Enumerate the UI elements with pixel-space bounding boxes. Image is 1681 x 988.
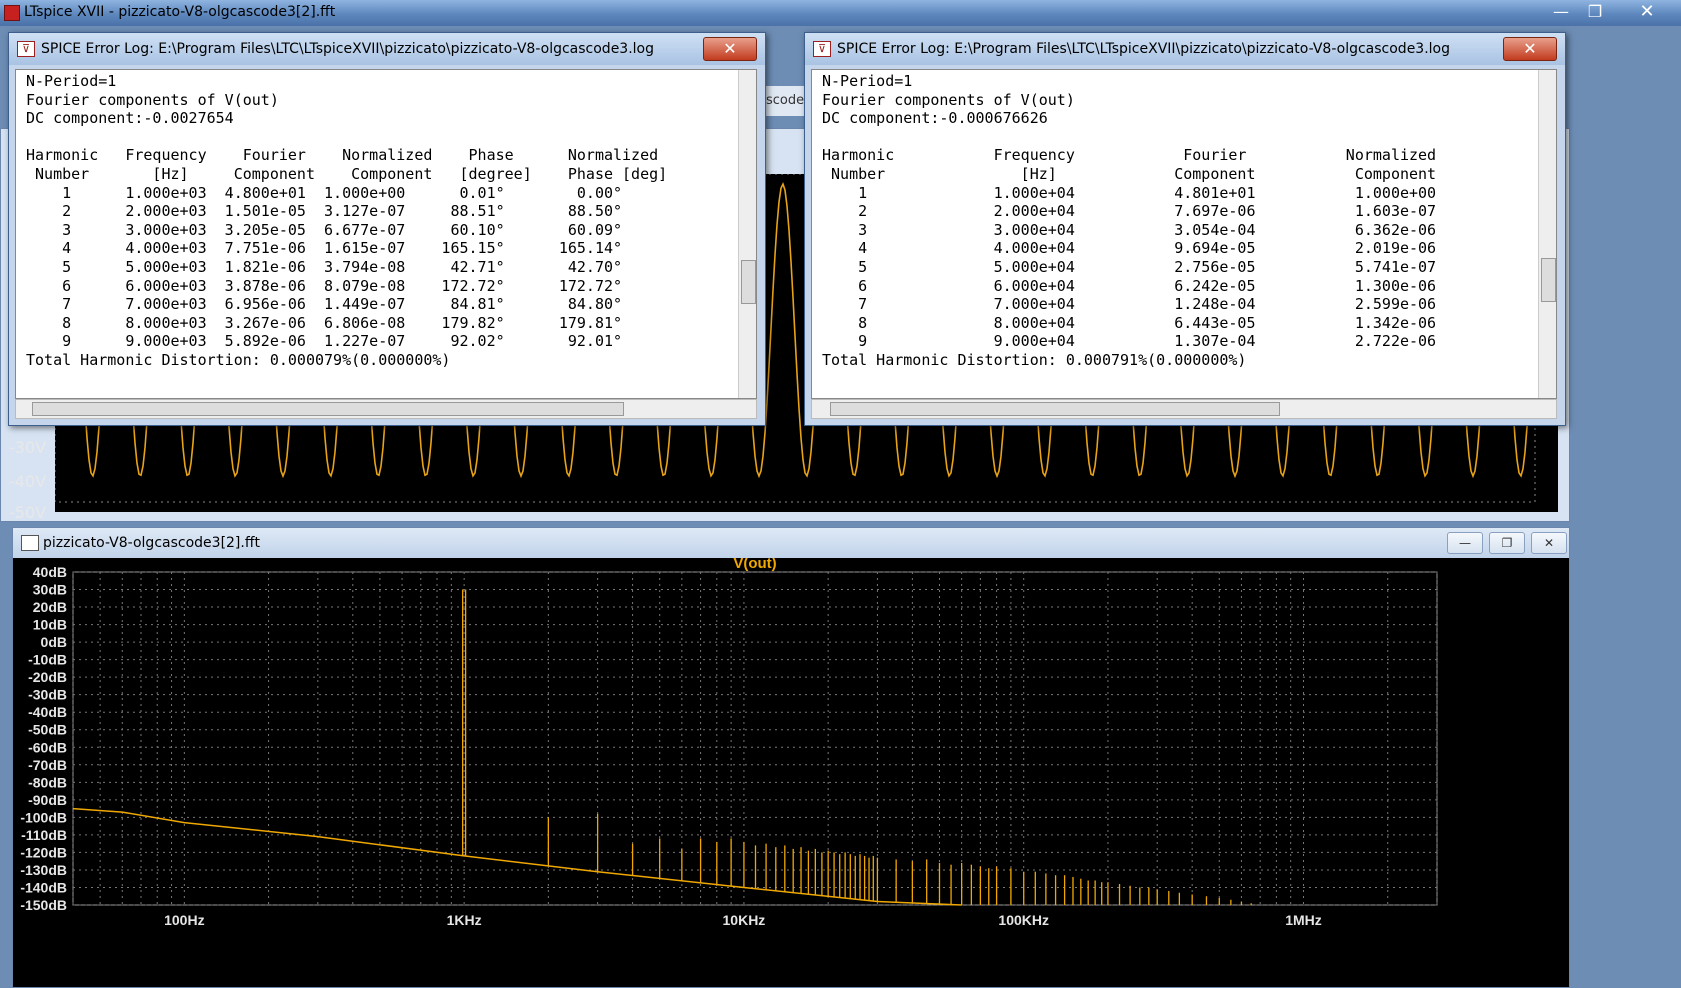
- y-tick-label: -130dB: [20, 862, 67, 878]
- scroll-thumb[interactable]: [32, 402, 624, 416]
- fft-window: pizzicato-V8-olgcascode3[2].fft — ❐ ✕ V(…: [12, 527, 1570, 988]
- error-log-window-right[interactable]: ⊽ SPICE Error Log: E:\Program Files\LTC\…: [804, 32, 1566, 426]
- minimize-button[interactable]: —: [1544, 2, 1578, 22]
- y-tick-label: -150dB: [20, 897, 67, 913]
- maximize-button[interactable]: ❐: [1578, 2, 1612, 22]
- error-log-close-button[interactable]: ✕: [1503, 37, 1557, 61]
- scroll-thumb[interactable]: [741, 260, 756, 304]
- y-tick-label: -80dB: [28, 774, 67, 790]
- ltspice-icon: [4, 5, 20, 21]
- wave-y-label: -30V: [9, 438, 47, 457]
- y-tick-label: 20dB: [33, 599, 67, 615]
- vertical-scrollbar[interactable]: [1538, 70, 1556, 398]
- x-tick-label: 100KHz: [998, 912, 1049, 928]
- vertical-scrollbar[interactable]: [738, 70, 756, 398]
- fft-maximize-button[interactable]: ❐: [1489, 532, 1525, 554]
- y-tick-label: -120dB: [20, 844, 67, 860]
- y-tick-label: -40dB: [28, 704, 67, 720]
- horizontal-scrollbar[interactable]: [15, 399, 757, 419]
- y-tick-label: -60dB: [28, 739, 67, 755]
- error-log-title-bar[interactable]: ⊽ SPICE Error Log: E:\Program Files\LTC\…: [805, 33, 1565, 65]
- y-tick-label: -110dB: [21, 827, 67, 843]
- close-button[interactable]: ✕: [1630, 2, 1664, 22]
- y-tick-label: -100dB: [20, 809, 67, 825]
- y-tick-label: -30dB: [28, 687, 67, 703]
- scroll-thumb[interactable]: [1541, 258, 1556, 302]
- error-log-title: SPICE Error Log: E:\Program Files\LTC\LT…: [41, 41, 655, 57]
- error-log-close-button[interactable]: ✕: [703, 37, 757, 61]
- ltspice-icon: ⊽: [813, 41, 831, 57]
- fft-close-button[interactable]: ✕: [1531, 532, 1567, 554]
- app-title-bar: LTspice XVII - pizzicato-V8-olgcascode3[…: [0, 0, 1681, 26]
- fft-chart-svg: V(out) 40dB 30dB20dB 10dB0dB -10dB-20dB -30dB…: [20, 558, 1438, 928]
- fft-title-bar[interactable]: pizzicato-V8-olgcascode3[2].fft — ❐ ✕: [13, 528, 1569, 558]
- ltspice-icon: ⊽: [17, 41, 35, 57]
- x-tick-label: 1MHz: [1285, 912, 1322, 928]
- chart-title: V(out): [733, 558, 776, 572]
- fft-minimize-button[interactable]: —: [1447, 532, 1483, 554]
- y-tick-label: 10dB: [33, 617, 67, 633]
- horizontal-scrollbar[interactable]: [811, 399, 1557, 419]
- error-log-title: SPICE Error Log: E:\Program Files\LTC\LT…: [837, 41, 1451, 57]
- y-tick-label: -50dB: [28, 722, 67, 738]
- fft-plot-area[interactable]: V(out) 40dB 30dB 20dB 10dB 0dB -10dB -20dB -30dB…: [13, 558, 1569, 987]
- x-tick-label: 1KHz: [447, 912, 482, 928]
- error-log-text-area[interactable]: N-Period=1 Fourier components of V(out) …: [15, 69, 757, 399]
- wave-y-label: -40V: [9, 472, 47, 491]
- scroll-thumb[interactable]: [830, 402, 1280, 416]
- error-log-text-area[interactable]: N-Period=1 Fourier components of V(out) …: [811, 69, 1557, 399]
- error-log-text: N-Period=1 Fourier components of V(out) …: [822, 72, 1437, 369]
- y-tick-label: -20dB: [28, 669, 67, 685]
- y-tick-label: 0dB: [41, 634, 67, 650]
- y-tick-label: -140dB: [20, 879, 67, 895]
- y-tick-label: 40dB: [33, 564, 67, 580]
- fft-window-title: pizzicato-V8-olgcascode3[2].fft: [43, 535, 260, 551]
- x-tick-label: 10KHz: [723, 912, 766, 928]
- wave-y-label: -50V: [9, 503, 47, 522]
- y-tick-label: -90dB: [28, 792, 67, 808]
- toolbar-fragment: scode: [760, 86, 810, 116]
- y-tick-label: -70dB: [28, 757, 67, 773]
- error-log-text: N-Period=1 Fourier components of V(out) …: [26, 72, 668, 369]
- y-tick-label: 30dB: [33, 582, 67, 598]
- error-log-window-left[interactable]: ⊽ SPICE Error Log: E:\Program Files\LTC\…: [8, 32, 766, 426]
- app-title: LTspice XVII - pizzicato-V8-olgcascode3[…: [24, 4, 336, 20]
- fft-plot-icon: [21, 535, 39, 551]
- y-tick-label: -10dB: [28, 652, 67, 668]
- error-log-title-bar[interactable]: ⊽ SPICE Error Log: E:\Program Files\LTC\…: [9, 33, 765, 65]
- x-tick-label: 100Hz: [164, 912, 204, 928]
